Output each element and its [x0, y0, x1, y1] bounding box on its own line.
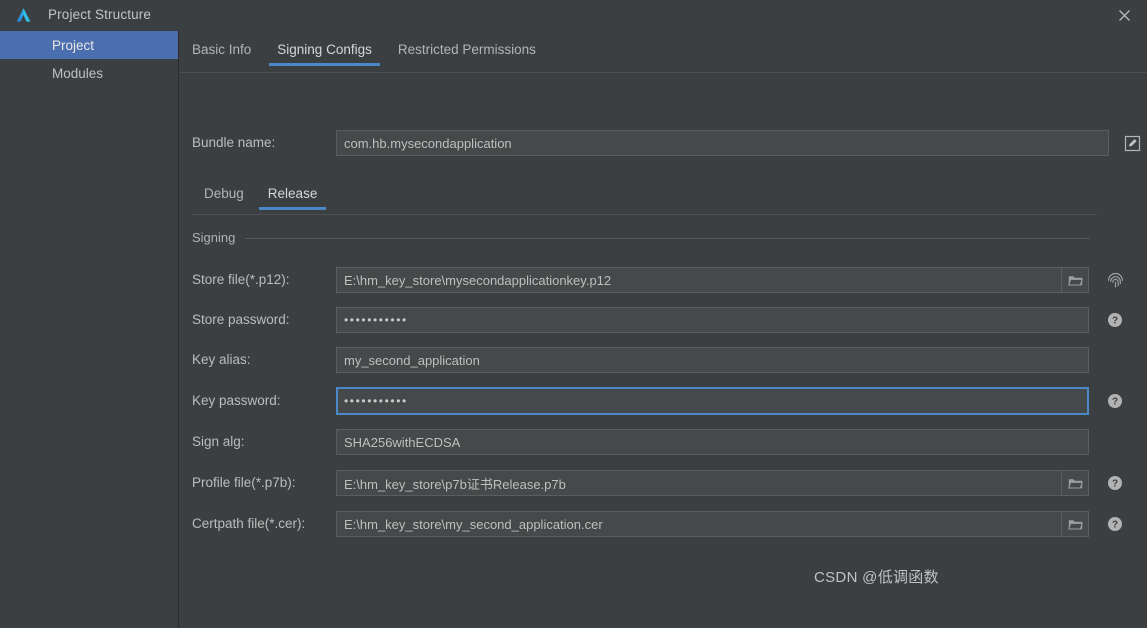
- subtab-release[interactable]: Release: [256, 183, 330, 210]
- sign-alg-label: Sign alg:: [192, 434, 245, 449]
- bundle-name-label: Bundle name:: [192, 135, 276, 150]
- help-icon[interactable]: ?: [1104, 513, 1126, 535]
- tab-basic-info[interactable]: Basic Info: [179, 38, 264, 66]
- close-icon[interactable]: [1101, 0, 1147, 31]
- sidebar-item-label: Project: [52, 37, 95, 53]
- store-file-label: Store file(*.p12):: [192, 272, 290, 287]
- store-password-value: •••••••••••: [344, 313, 408, 327]
- subtab-label: Release: [267, 186, 318, 201]
- svg-text:?: ?: [1112, 316, 1118, 327]
- folder-icon[interactable]: [1061, 471, 1088, 495]
- certpath-file-input[interactable]: E:\hm_key_store\my_second_application.ce…: [336, 511, 1089, 537]
- signing-group-divider: [245, 238, 1090, 239]
- store-password-input[interactable]: •••••••••••: [336, 307, 1089, 333]
- window-title: Project Structure: [48, 7, 152, 22]
- bundle-name-input[interactable]: com.hb.mysecondapplication: [336, 130, 1109, 156]
- key-password-input[interactable]: •••••••••••: [336, 387, 1089, 415]
- build-variant-tabs: Debug Release: [192, 183, 329, 210]
- tab-bar-divider: [179, 72, 1147, 73]
- bundle-name-value: com.hb.mysecondapplication: [344, 135, 512, 151]
- store-file-input[interactable]: E:\hm_key_store\mysecondapplicationkey.p…: [336, 267, 1089, 293]
- help-icon[interactable]: ?: [1104, 309, 1126, 331]
- svg-text:?: ?: [1112, 397, 1118, 408]
- sidebar: Project Modules: [0, 31, 179, 628]
- edit-icon[interactable]: [1120, 130, 1144, 156]
- help-icon[interactable]: ?: [1104, 472, 1126, 494]
- key-alias-label: Key alias:: [192, 352, 251, 367]
- profile-file-input[interactable]: E:\hm_key_store\p7b证书Release.p7b: [336, 470, 1089, 496]
- key-alias-value: my_second_application: [344, 352, 480, 368]
- svg-text:?: ?: [1112, 520, 1118, 531]
- folder-icon[interactable]: [1061, 512, 1088, 536]
- store-password-label: Store password:: [192, 312, 290, 327]
- certpath-file-value: E:\hm_key_store\my_second_application.ce…: [344, 516, 603, 532]
- profile-file-label: Profile file(*.p7b):: [192, 475, 296, 490]
- sidebar-item-label: Modules: [52, 65, 104, 81]
- help-icon[interactable]: ?: [1104, 390, 1126, 412]
- svg-text:?: ?: [1112, 479, 1118, 490]
- key-alias-input[interactable]: my_second_application: [336, 347, 1089, 373]
- build-variant-divider: [192, 214, 1097, 215]
- deveco-logo-icon: [14, 6, 33, 25]
- tab-restricted-permissions[interactable]: Restricted Permissions: [385, 38, 549, 66]
- sidebar-item-project[interactable]: Project: [0, 31, 178, 59]
- store-file-value: E:\hm_key_store\mysecondapplicationkey.p…: [344, 272, 612, 288]
- signing-group-title: Signing: [192, 230, 236, 245]
- sign-alg-value: SHA256withECDSA: [344, 434, 461, 450]
- main-panel: Basic Info Signing Configs Restricted Pe…: [179, 31, 1147, 628]
- tab-bar: Basic Info Signing Configs Restricted Pe…: [179, 38, 1147, 73]
- tab-label: Basic Info: [192, 42, 252, 57]
- subtab-debug[interactable]: Debug: [192, 183, 256, 210]
- tab-signing-configs[interactable]: Signing Configs: [264, 38, 385, 66]
- subtab-label: Debug: [204, 186, 244, 201]
- sign-alg-input[interactable]: SHA256withECDSA: [336, 429, 1089, 455]
- folder-icon[interactable]: [1061, 268, 1088, 292]
- key-password-value: •••••••••••: [344, 394, 408, 408]
- title-bar: Project Structure: [0, 0, 1147, 31]
- tab-label: Restricted Permissions: [397, 42, 536, 57]
- fingerprint-icon[interactable]: [1104, 269, 1126, 291]
- tab-label: Signing Configs: [277, 42, 372, 57]
- watermark-text: CSDN @低调函数: [814, 569, 939, 586]
- key-password-label: Key password:: [192, 393, 281, 408]
- certpath-file-label: Certpath file(*.cer):: [192, 516, 306, 531]
- project-structure-dialog: Project Structure Project Modules Basic …: [0, 0, 1147, 628]
- profile-file-value: E:\hm_key_store\p7b证书Release.p7b: [344, 476, 566, 492]
- sidebar-item-modules[interactable]: Modules: [0, 59, 178, 87]
